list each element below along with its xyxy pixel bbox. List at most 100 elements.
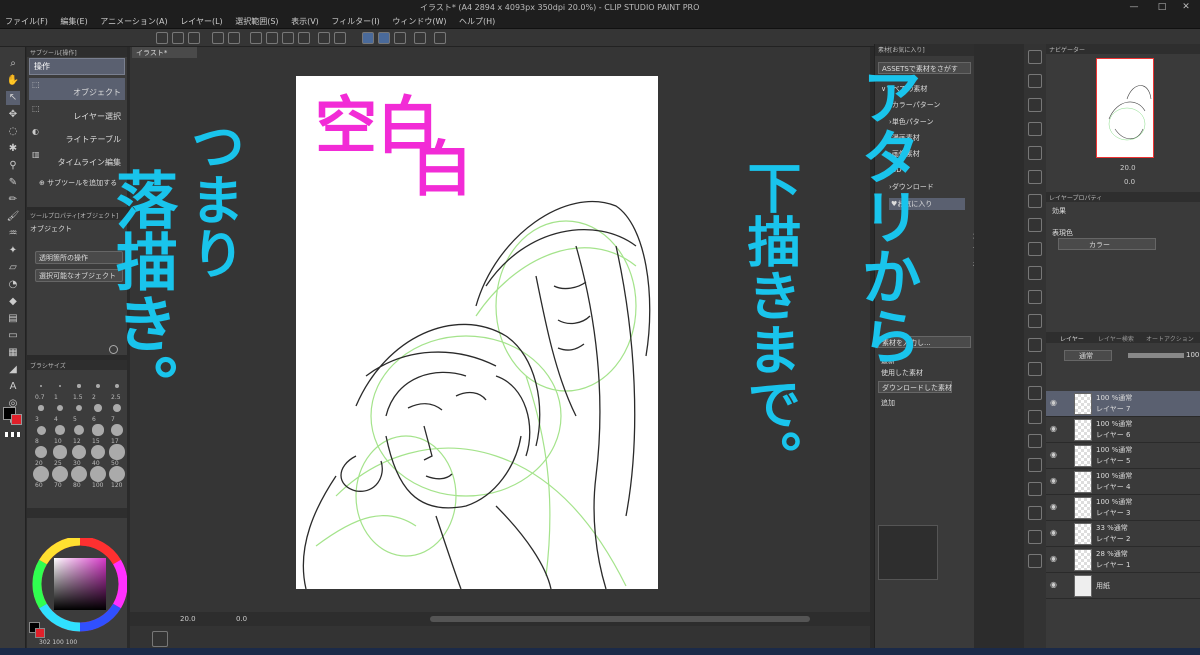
tag-used[interactable]: 使用した素材 <box>881 368 923 378</box>
deselect-icon[interactable] <box>334 32 346 44</box>
visibility-eye-icon[interactable]: ◉ <box>1050 554 1057 563</box>
snap-ruler-icon[interactable] <box>362 32 374 44</box>
snap-grid-icon[interactable] <box>394 32 406 44</box>
clear-icon[interactable] <box>250 32 262 44</box>
new-file-icon[interactable] <box>156 32 168 44</box>
layer-row[interactable]: ◉ 33 %通常 レイヤー 2 <box>1046 521 1200 547</box>
panel-toggle-icon[interactable] <box>1028 434 1042 448</box>
panel-toggle-icon[interactable] <box>1028 362 1042 376</box>
visibility-eye-icon[interactable]: ◉ <box>1050 450 1057 459</box>
panel-toggle-icon[interactable] <box>1028 194 1042 208</box>
brush-size-dot[interactable] <box>75 404 83 412</box>
brush-size-dot[interactable] <box>109 466 125 482</box>
panel-toggle-icon[interactable] <box>1028 554 1042 568</box>
panel-toggle-icon[interactable] <box>1028 74 1042 88</box>
fill-icon[interactable] <box>282 32 294 44</box>
frame-tool-icon[interactable]: ▦ <box>6 346 20 360</box>
panel-toggle-icon[interactable] <box>1028 314 1042 328</box>
visibility-eye-icon[interactable]: ◉ <box>1050 528 1057 537</box>
menu-filter[interactable]: フィルター(I) <box>326 14 384 27</box>
tab-layer-search[interactable]: レイヤー検索 <box>1098 334 1134 343</box>
subtool-group-operation[interactable]: 操作 <box>29 58 125 75</box>
brush-size-dot[interactable] <box>53 445 67 459</box>
visibility-eye-icon[interactable]: ◉ <box>1050 580 1057 589</box>
figure-tool-icon[interactable]: ▭ <box>6 329 20 343</box>
panel-toggle-icon[interactable] <box>1028 50 1042 64</box>
sub-color-swatch[interactable] <box>11 414 22 425</box>
menu-animation[interactable]: アニメーション(A) <box>95 14 172 27</box>
layer-color-icon[interactable] <box>434 32 446 44</box>
timeline-toggle-icon[interactable] <box>152 631 168 647</box>
visibility-eye-icon[interactable]: ◉ <box>1050 424 1057 433</box>
visibility-eye-icon[interactable]: ◉ <box>1050 502 1057 511</box>
brush-size-dot[interactable] <box>77 384 81 388</box>
gradient-tool-icon[interactable]: ▤ <box>6 312 20 326</box>
subtool-item-light-table[interactable]: ◐ ライトテーブル <box>29 125 125 147</box>
brush-size-dot[interactable] <box>58 384 62 388</box>
pen-tool-icon[interactable]: ✎ <box>6 176 20 190</box>
eyedropper-tool-icon[interactable]: ⚲ <box>6 159 20 173</box>
panel-toggle-icon[interactable] <box>1028 338 1042 352</box>
horizontal-scrollbar[interactable] <box>430 616 810 622</box>
brush-size-dot[interactable] <box>90 466 106 482</box>
brush-size-dot[interactable] <box>111 424 123 436</box>
menu-window[interactable]: ウィンドウ(W) <box>387 14 451 27</box>
opacity-slider[interactable] <box>1128 353 1184 358</box>
pencil-tool-icon[interactable]: ✏ <box>6 193 20 207</box>
navigator-preview[interactable] <box>1096 58 1154 158</box>
select-all-icon[interactable] <box>318 32 330 44</box>
panel-toggle-icon[interactable] <box>1028 98 1042 112</box>
undo-icon[interactable] <box>212 32 224 44</box>
blend-tool-icon[interactable]: ◔ <box>6 278 20 292</box>
brush-size-dot[interactable] <box>56 404 64 412</box>
close-button[interactable]: ✕ <box>1172 0 1200 14</box>
document-tab[interactable]: イラスト* <box>132 47 197 58</box>
subtool-item-timeline[interactable]: ▥ タイムライン編集 <box>29 148 125 170</box>
panel-toggle-icon[interactable] <box>1028 506 1042 520</box>
settings-icon[interactable] <box>414 32 426 44</box>
visibility-eye-icon[interactable]: ◉ <box>1050 398 1057 407</box>
tab-layer[interactable]: レイヤー <box>1060 334 1084 343</box>
panel-toggle-icon[interactable] <box>1028 170 1042 184</box>
panel-toggle-icon[interactable] <box>1028 218 1042 232</box>
brush-size-dot[interactable] <box>73 424 85 436</box>
expression-color-select[interactable]: カラー <box>1058 238 1156 250</box>
open-file-icon[interactable] <box>172 32 184 44</box>
transparent-color-swatch[interactable] <box>5 432 21 437</box>
minimize-button[interactable]: — <box>1120 0 1148 14</box>
tag-downloaded[interactable]: ダウンロードした素材 <box>878 381 952 393</box>
visibility-eye-icon[interactable]: ◉ <box>1050 476 1057 485</box>
brush-size-dot[interactable] <box>94 404 102 412</box>
menu-edit[interactable]: 編集(E) <box>55 14 92 27</box>
eraser-tool-icon[interactable]: ▱ <box>6 261 20 275</box>
layer-row[interactable]: ◉ 28 %通常 レイヤー 1 <box>1046 547 1200 573</box>
ruler-tool-icon[interactable]: ◢ <box>6 363 20 377</box>
brush-size-dot[interactable] <box>55 425 65 435</box>
panel-toggle-icon[interactable] <box>1028 386 1042 400</box>
zoom-tool-icon[interactable]: ⌕ <box>6 57 20 71</box>
panel-toggle-icon[interactable] <box>1028 242 1042 256</box>
layer-row[interactable]: ◉ 100 %通常 レイヤー 7 <box>1046 391 1200 417</box>
brush-size-dot[interactable] <box>36 425 46 435</box>
color-sub-swatch[interactable] <box>35 628 45 638</box>
panel-toggle-icon[interactable] <box>1028 122 1042 136</box>
brush-size-dot[interactable] <box>95 383 101 389</box>
brush-size-dot[interactable] <box>33 466 49 482</box>
brush-size-dot[interactable] <box>92 424 104 436</box>
save-icon[interactable] <box>188 32 200 44</box>
panel-toggle-icon[interactable] <box>1028 146 1042 160</box>
menu-help[interactable]: ヘルプ(H) <box>454 14 500 27</box>
menu-selection[interactable]: 選択範囲(S) <box>230 14 283 27</box>
panel-toggle-icon[interactable] <box>1028 410 1042 424</box>
panel-toggle-icon[interactable] <box>1028 482 1042 496</box>
layer-row[interactable]: ◉ 100 %通常 レイヤー 6 <box>1046 417 1200 443</box>
panel-toggle-icon[interactable] <box>1028 290 1042 304</box>
layer-row[interactable]: ◉ 用紙 <box>1046 573 1200 599</box>
brush-size-dot[interactable] <box>72 445 86 459</box>
operation-tool-icon[interactable]: ↖ <box>6 91 20 105</box>
panel-toggle-icon[interactable] <box>1028 530 1042 544</box>
text-tool-icon[interactable]: A <box>6 380 20 394</box>
layer-row[interactable]: ◉ 100 %通常 レイヤー 4 <box>1046 469 1200 495</box>
snap-special-ruler-icon[interactable] <box>378 32 390 44</box>
brush-size-dot[interactable] <box>109 444 125 460</box>
